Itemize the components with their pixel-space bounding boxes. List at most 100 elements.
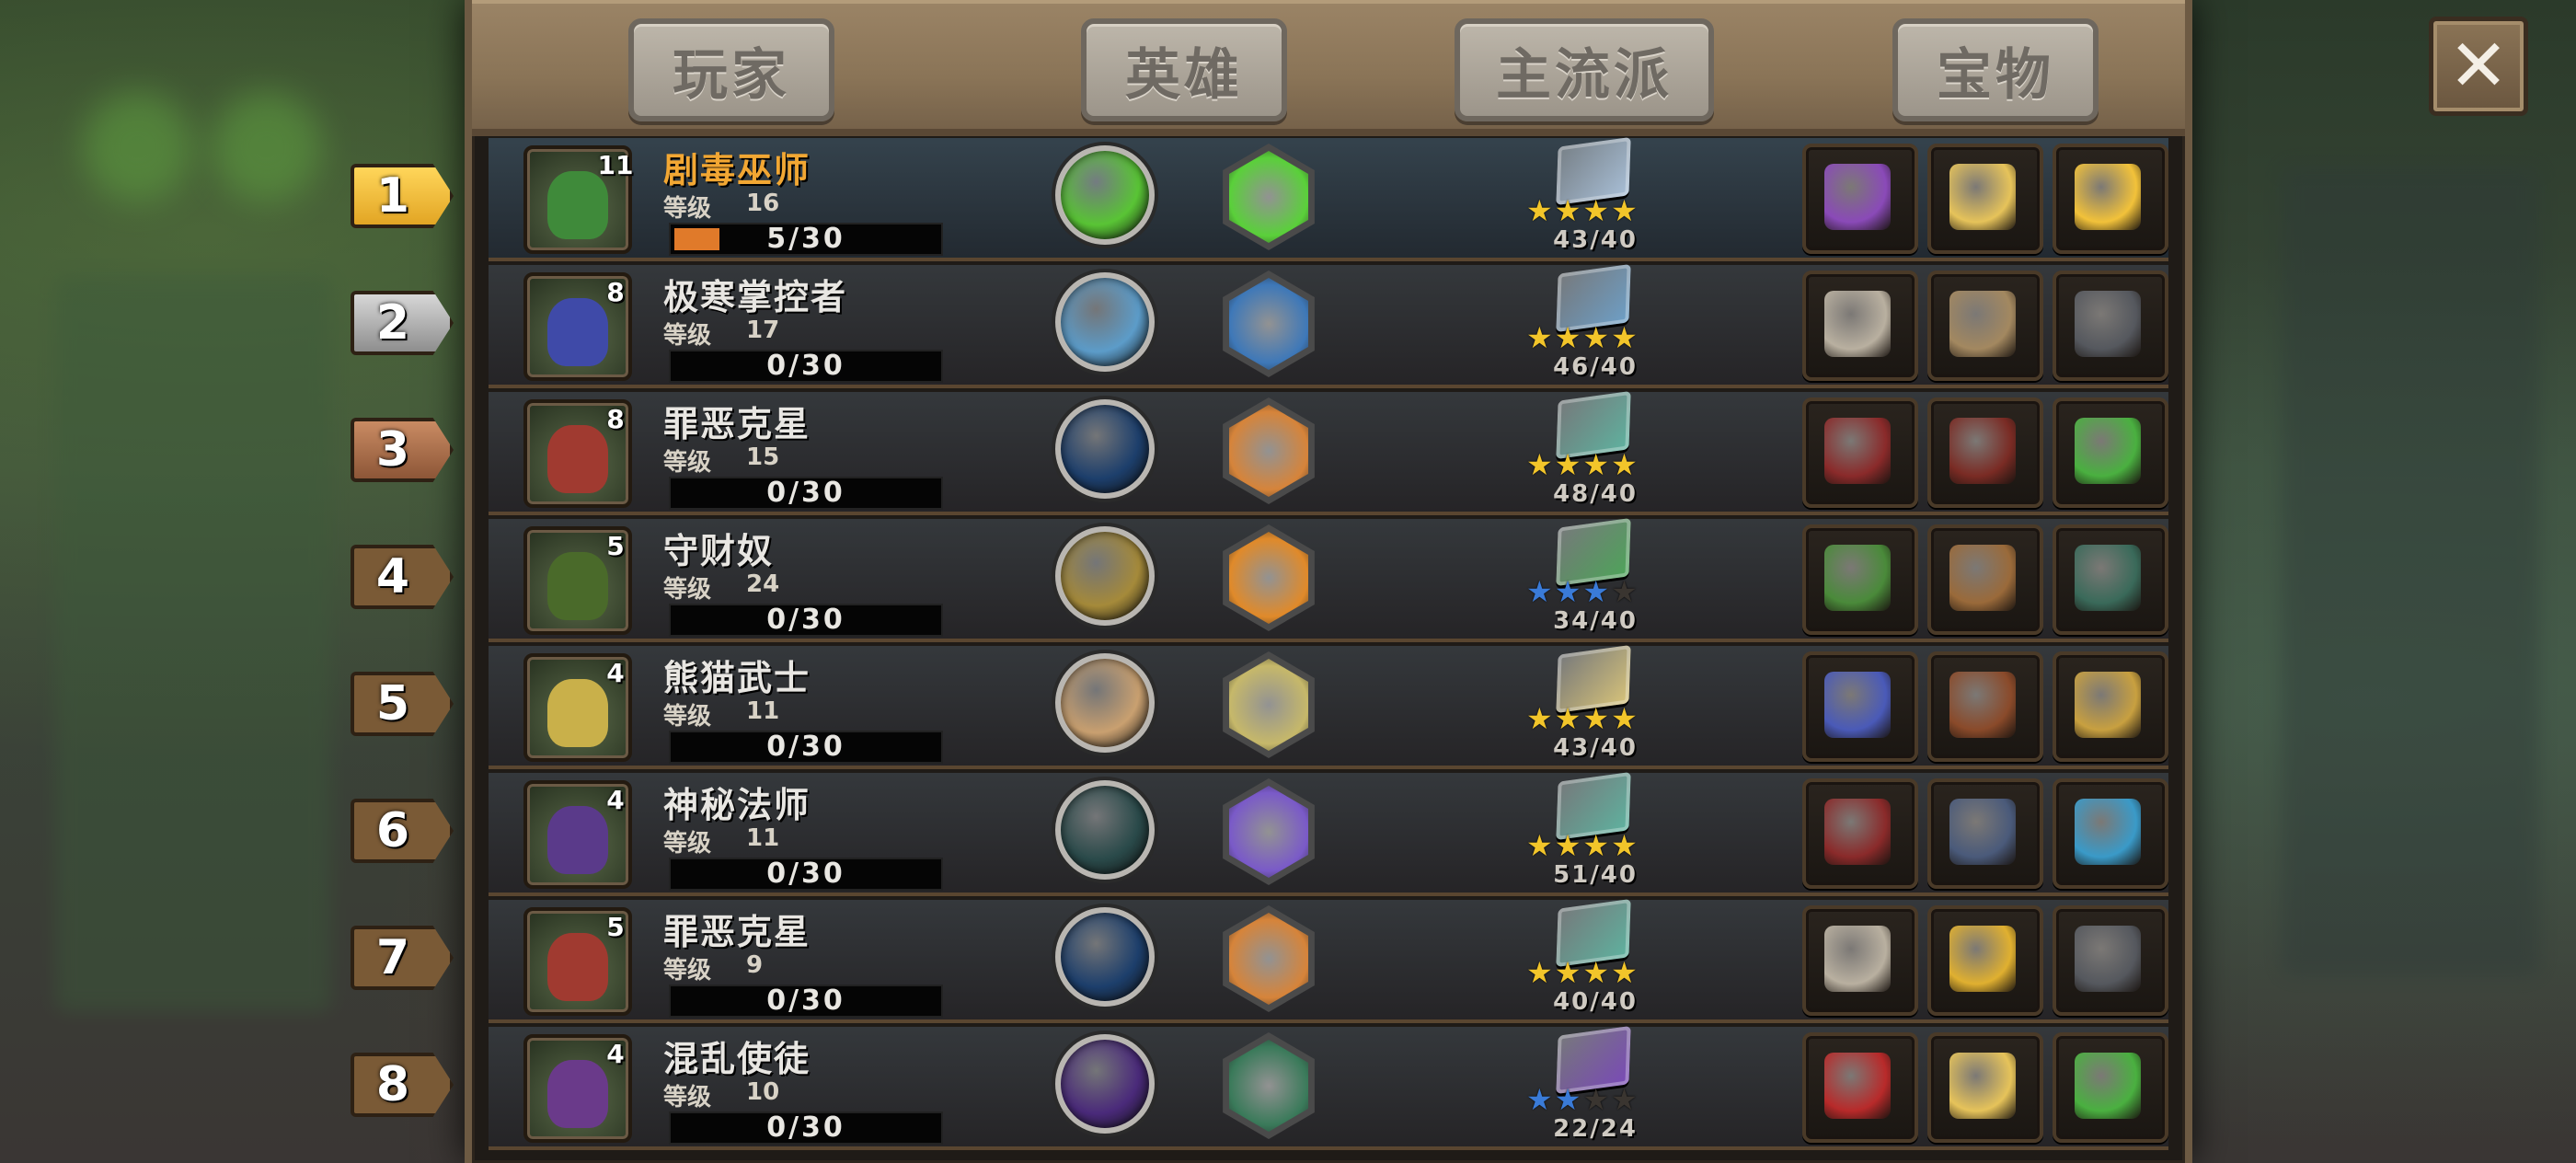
- level-value: 16: [746, 190, 780, 217]
- skill-orb-icon[interactable]: [1055, 780, 1155, 880]
- tab-treasures[interactable]: 宝物: [1892, 18, 2099, 121]
- rank-badge: 1: [351, 164, 454, 228]
- star-icon: ★: [1611, 574, 1639, 609]
- rank-badge: 8: [351, 1053, 454, 1117]
- ranking-row[interactable]: 6 4 神秘法师 等级 11 0/30 ★★★★ 51/40: [351, 771, 2168, 896]
- rating-value: 48/40: [1553, 480, 1638, 508]
- rank-badge: 5: [351, 672, 454, 736]
- treasure-slot[interactable]: [1802, 524, 1918, 635]
- pocket-watch-icon: [1949, 164, 2016, 230]
- school-hex-icon[interactable]: [1223, 271, 1315, 377]
- treasure-slot[interactable]: [1927, 144, 2043, 254]
- skill-orb-icon[interactable]: [1055, 653, 1155, 753]
- treasure-slot[interactable]: [1802, 905, 1918, 1016]
- treasure-slot[interactable]: [1927, 397, 2043, 508]
- rating-value: 40/40: [1553, 988, 1638, 1016]
- treasure-slot[interactable]: [2053, 144, 2168, 254]
- treasure-slot[interactable]: [1927, 271, 2043, 381]
- cash-stack-icon: [1824, 545, 1891, 611]
- xp-text: 5/30: [766, 223, 845, 255]
- skill-orb-icon[interactable]: [1055, 526, 1155, 626]
- star-rating: ★★★★: [1526, 574, 1664, 609]
- treasure-slot[interactable]: [1927, 524, 2043, 635]
- school-hex-icon[interactable]: [1223, 397, 1315, 504]
- tab-players[interactable]: 玩家: [628, 18, 834, 121]
- treasure-slot[interactable]: [1927, 1032, 2043, 1143]
- treasure-slot[interactable]: [1802, 651, 1918, 762]
- hero-name: 守财奴: [663, 531, 775, 571]
- hero-portrait[interactable]: 4: [523, 653, 632, 762]
- hero-name: 罪恶克星: [663, 404, 811, 444]
- star-icon: ★: [1611, 701, 1639, 736]
- hero-portrait[interactable]: 5: [523, 907, 632, 1016]
- skill-orb-icon[interactable]: [1055, 1034, 1155, 1134]
- skill-orb-icon[interactable]: [1055, 907, 1155, 1007]
- treasure-slot[interactable]: [1802, 144, 1918, 254]
- star-icon: ★: [1554, 447, 1583, 482]
- star-icon: ★: [1611, 955, 1639, 990]
- star-icon: ★: [1526, 447, 1555, 482]
- treasure-slot[interactable]: [1927, 651, 2043, 762]
- star-icon: ★: [1582, 320, 1612, 355]
- rating-value: 22/24: [1553, 1115, 1638, 1143]
- treasure-slot[interactable]: [1802, 271, 1918, 381]
- rating-value: 46/40: [1553, 353, 1638, 381]
- close-button[interactable]: ✕: [2429, 17, 2528, 116]
- ranking-row[interactable]: 4 5 守财奴 等级 24 0/30 ★★★★ 34/40: [351, 517, 2168, 642]
- skill-orb-icon[interactable]: [1055, 399, 1155, 499]
- treasure-slot[interactable]: [2053, 524, 2168, 635]
- ranking-row[interactable]: 8 4 混乱使徒 等级 10 0/30 ★★★★ 22/24: [351, 1025, 2168, 1150]
- rank-badge: 3: [351, 418, 454, 482]
- star-icon: ★: [1554, 193, 1583, 228]
- star-icon: ★: [1554, 320, 1583, 355]
- school-hex-icon[interactable]: [1223, 144, 1315, 250]
- star-icon: ★: [1526, 828, 1555, 863]
- treasure-slot[interactable]: [1927, 905, 2043, 1016]
- hero-star-level: 4: [606, 785, 625, 815]
- xp-progress-bar: 0/30: [669, 731, 943, 764]
- level-value: 10: [746, 1078, 780, 1106]
- skill-orb-icon[interactable]: [1055, 272, 1155, 372]
- ranking-row[interactable]: 1 11 剧毒巫师 等级 16 5/30 ★★★★ 43/40: [351, 136, 2168, 261]
- star-icon: ★: [1526, 955, 1555, 990]
- level-label: 等级: [663, 195, 712, 223]
- ranking-row[interactable]: 3 8 罪恶克星 等级 15 0/30 ★★★★ 48/40: [351, 390, 2168, 515]
- rating-value: 34/40: [1553, 607, 1638, 635]
- treasure-slot[interactable]: [2053, 271, 2168, 381]
- school-hex-icon[interactable]: [1223, 651, 1315, 758]
- treasure-slot[interactable]: [2053, 651, 2168, 762]
- tab-heroes[interactable]: 英雄: [1081, 18, 1287, 121]
- star-icon: ★: [1526, 701, 1555, 736]
- hero-portrait[interactable]: 4: [523, 780, 632, 889]
- background-blur: [2282, 166, 2539, 975]
- hero-portrait[interactable]: 4: [523, 1034, 632, 1143]
- ranking-row[interactable]: 7 5 罪恶克星 等级 9 0/30 ★★★★ 40/40: [351, 898, 2168, 1023]
- level-value: 9: [746, 951, 764, 979]
- ranking-row[interactable]: 2 8 极寒掌控者 等级 17 0/30 ★★★★ 46/40: [351, 263, 2168, 388]
- school-hex-icon[interactable]: [1223, 1032, 1315, 1139]
- tab-main-schools[interactable]: 主流派: [1455, 18, 1714, 121]
- treasure-slot[interactable]: [1802, 1032, 1918, 1143]
- treasure-slot[interactable]: [1927, 778, 2043, 889]
- treasure-slot[interactable]: [2053, 778, 2168, 889]
- hero-portrait[interactable]: 5: [523, 526, 632, 635]
- star-icon: ★: [1611, 193, 1639, 228]
- school-hex-icon[interactable]: [1223, 524, 1315, 631]
- crown-icon: [2075, 164, 2141, 230]
- star-icon: ★: [1526, 574, 1555, 609]
- skill-orb-icon[interactable]: [1055, 145, 1155, 245]
- hero-portrait[interactable]: 8: [523, 399, 632, 508]
- treasure-slot[interactable]: [1802, 397, 1918, 508]
- hero-portrait[interactable]: 8: [523, 272, 632, 381]
- treasure-slot[interactable]: [2053, 1032, 2168, 1143]
- level-label: 等级: [663, 830, 712, 858]
- treasure-slot[interactable]: [2053, 905, 2168, 1016]
- school-hex-icon[interactable]: [1223, 905, 1315, 1012]
- treasure-slot[interactable]: [1802, 778, 1918, 889]
- ranking-row[interactable]: 5 4 熊猫武士 等级 11 0/30 ★★★★ 43/40: [351, 644, 2168, 769]
- treasure-slot[interactable]: [2053, 397, 2168, 508]
- star-rating: ★★★★: [1526, 828, 1664, 863]
- school-hex-icon[interactable]: [1223, 778, 1315, 885]
- hero-name: 神秘法师: [663, 785, 811, 825]
- hero-portrait[interactable]: 11: [523, 145, 633, 254]
